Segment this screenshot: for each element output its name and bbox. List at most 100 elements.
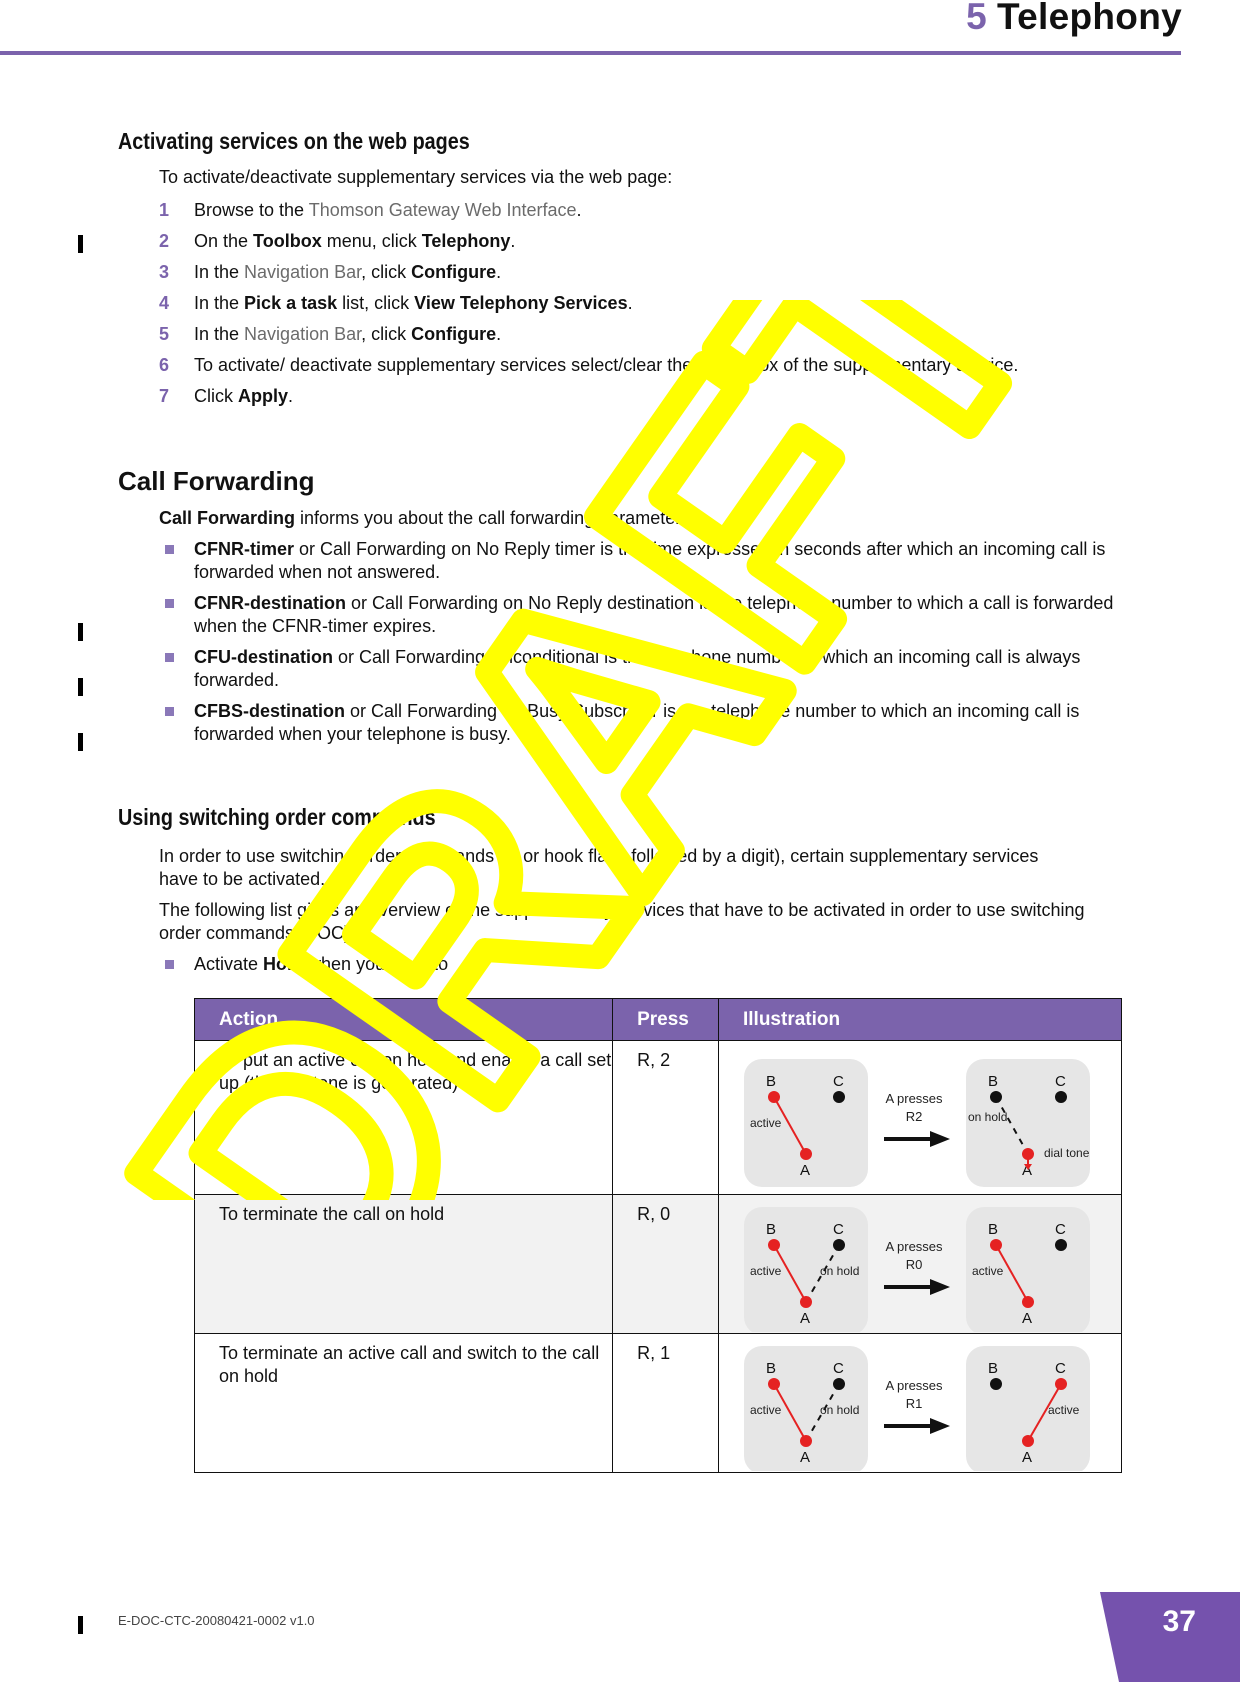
cf-term: CFNR-timer — [194, 539, 295, 559]
step-item: 5 In the Navigation Bar, click Configure. — [159, 324, 501, 345]
table-header-row: Action Press Illustration — [193, 998, 1123, 1041]
intro-term: Call Forwarding — [159, 508, 296, 528]
arrowhead-icon — [929, 1131, 950, 1147]
hold-bullet: Activate Hold when you want to — [159, 953, 1114, 976]
node-a — [799, 1296, 812, 1308]
step-text: In the — [194, 324, 245, 344]
step-number: 6 — [159, 355, 170, 375]
action-cell: To put an active call on hold and enable… — [193, 1040, 614, 1195]
step-item: 3 In the Navigation Bar, click Configure. — [159, 262, 501, 283]
on-hold-label: on hold — [968, 1110, 1007, 1124]
illustration-cell: B C Aactive on hold A presses R0 B C Aactive — [717, 1194, 1123, 1334]
step-text: In the — [194, 262, 245, 282]
bullet-square-icon — [165, 653, 174, 662]
ui-label: Configure — [411, 262, 497, 282]
node-label-a: A — [1022, 1310, 1032, 1327]
arrow-label-line1: A presses — [885, 1239, 943, 1254]
press-cell: R, 1 — [612, 1333, 719, 1473]
action-cell: To terminate the call on hold — [193, 1194, 614, 1334]
on-hold-label: on hold — [820, 1264, 859, 1278]
step-text: menu, click — [321, 231, 422, 251]
step-text: . — [627, 293, 633, 313]
step-text: On the — [194, 231, 254, 251]
illustration-cell: B C Aactive on hold A presses R1 B C Aactive — [717, 1333, 1123, 1473]
node-c — [832, 1091, 845, 1103]
press-cell: R, 0 — [612, 1194, 719, 1334]
soc-para-1: In order to use switching order commands… — [159, 846, 1039, 889]
step-number: 3 — [159, 262, 170, 282]
table-row: To terminate the call on hold R, 0 B C Aacti… — [193, 1194, 1123, 1334]
step-number: 7 — [159, 386, 170, 406]
node-label-c: C — [833, 1360, 844, 1377]
intro-text: informs you about the call forwarding pa… — [295, 508, 696, 528]
cf-bullet: CFNR-timer or Call Forwarding on No Repl… — [159, 538, 1114, 584]
step-text: , click — [361, 324, 412, 344]
ui-reference: Navigation Bar — [244, 324, 362, 344]
ui-label: Toolbox — [253, 231, 322, 251]
node-a — [1021, 1296, 1034, 1308]
section-heading-soc: Using switching order commands — [118, 804, 436, 830]
node-b — [767, 1091, 780, 1103]
node-a — [1021, 1148, 1034, 1160]
node-label-b: B — [988, 1073, 998, 1090]
cf-term: CFU-destination — [194, 647, 333, 667]
ui-label: Configure — [411, 324, 497, 344]
call-state-illustration: B C Aactive on hold A presses R0 B C Aactive — [743, 1207, 1090, 1332]
node-c — [832, 1239, 845, 1251]
arrow-label-line2: R2 — [906, 1109, 923, 1124]
step-text: . — [288, 386, 294, 406]
node-label-b: B — [766, 1360, 776, 1377]
section-heading-activating: Activating services on the web pages — [118, 128, 470, 154]
node-a — [799, 1435, 812, 1447]
node-a — [1021, 1435, 1034, 1447]
cf-bullet: CFBS-destination or Call Forwarding on B… — [159, 700, 1114, 746]
call-state-illustration: B C Aactive on hold A presses R1 B C Aactive — [743, 1346, 1090, 1471]
change-bar — [78, 733, 83, 751]
node-label-b: B — [988, 1221, 998, 1238]
arrowhead-icon — [929, 1279, 950, 1295]
arrow-label-line2: R0 — [906, 1257, 923, 1272]
step-number: 2 — [159, 231, 170, 251]
chapter-name: Telephony — [997, 0, 1182, 37]
cf-description: or Call Forwarding on No Reply timer is … — [194, 539, 1106, 582]
node-label-a: A — [800, 1310, 810, 1327]
cf-bullet: CFU-destination or Call Forwarding Uncon… — [159, 646, 1114, 692]
ui-label: View Telephony Services — [414, 293, 628, 313]
node-label-b: B — [988, 1360, 998, 1377]
dial-tone-label: dial tone — [1044, 1146, 1090, 1160]
illustration-cell: B C Aactive A presses R2 B C Aon hold dial tone — [717, 1040, 1123, 1195]
bullet-square-icon — [165, 960, 174, 969]
col-header-illustration: Illustration — [717, 998, 1123, 1041]
step-number: 4 — [159, 293, 170, 313]
node-label-a: A — [1022, 1449, 1032, 1466]
active-label: active — [750, 1264, 782, 1278]
activating-intro: To activate/deactivate supplementary ser… — [159, 167, 673, 187]
action-cell: To terminate an active call and switch t… — [193, 1333, 614, 1473]
bullet-square-icon — [165, 545, 174, 554]
step-text: Browse to the — [194, 200, 309, 220]
chapter-title: 5 Telephony — [966, 0, 1182, 38]
step-text: . — [510, 231, 516, 251]
node-label-b: B — [766, 1073, 776, 1090]
arrow-label-line1: A presses — [885, 1091, 943, 1106]
node-label-c: C — [1055, 1360, 1066, 1377]
change-bar — [78, 678, 83, 696]
ui-reference: Navigation Bar — [244, 262, 362, 282]
step-item: 1 Browse to the Thomson Gateway Web Inter… — [159, 200, 582, 221]
step-item: 7 Click Apply. — [159, 386, 293, 407]
step-text: To activate/ deactivate supplementary se… — [194, 355, 1019, 375]
node-label-a: A — [800, 1449, 810, 1466]
cf-bullet: CFNR-destination or Call Forwarding on N… — [159, 592, 1114, 638]
node-label-c: C — [1055, 1221, 1066, 1238]
section-heading-call-forwarding: Call Forwarding — [118, 466, 315, 496]
call-state-illustration: B CAactiveA pressesR2B CAon holddial tone — [743, 1059, 1090, 1187]
step-item: 6 To activate/ deactivate supplementary s… — [159, 355, 1018, 376]
active-label: active — [750, 1403, 782, 1417]
node-a — [799, 1148, 812, 1160]
step-number: 5 — [159, 324, 170, 344]
arrow-label-line1: A presses — [885, 1378, 943, 1393]
bullet-square-icon — [165, 599, 174, 608]
node-label-a: A — [800, 1162, 810, 1179]
col-header-action: Action — [193, 998, 614, 1041]
node-c — [1054, 1378, 1067, 1390]
